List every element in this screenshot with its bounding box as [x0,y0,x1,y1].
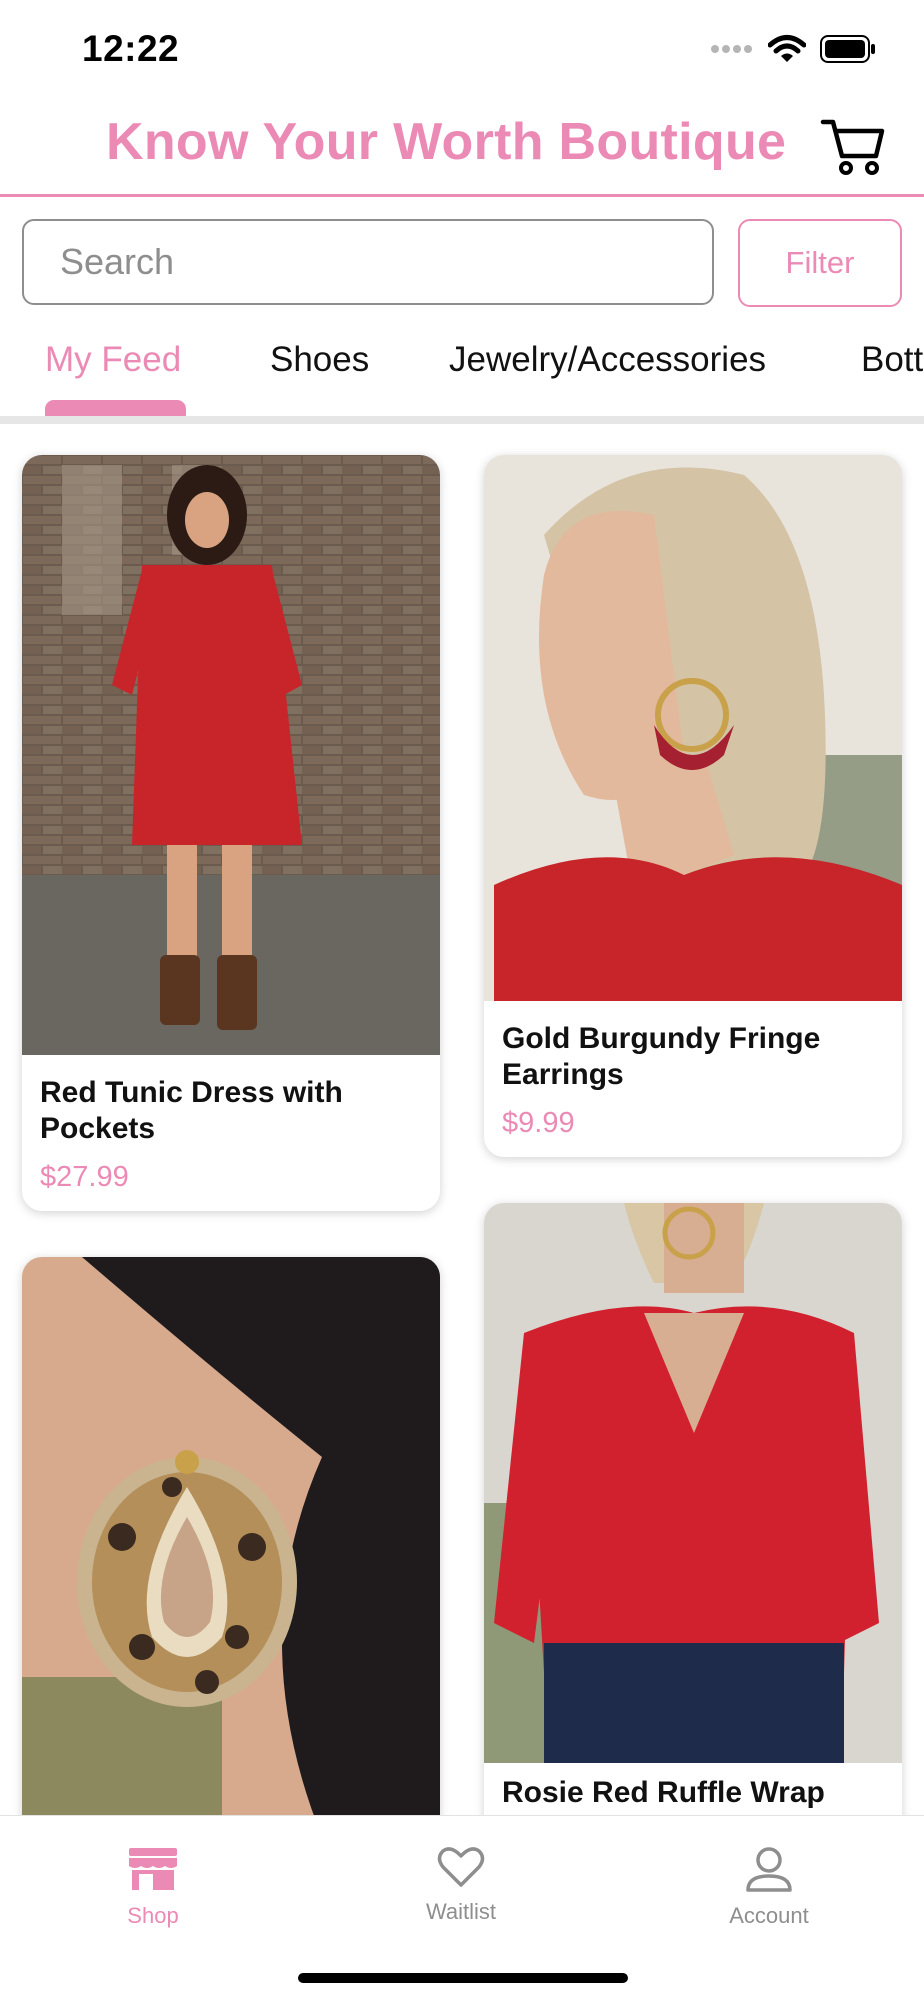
product-name: Rosie Red Ruffle Wrap [502,1776,825,1809]
tab-bottoms[interactable]: Bott [861,340,923,380]
product-card[interactable]: Rosie Red Ruffle Wrap [484,1203,902,1837]
product-card[interactable]: Gold Burgundy Fringe Earrings $9.99 [484,455,902,1157]
nav-waitlist-label: Waitlist [425,1899,497,1924]
wifi-icon [768,35,806,62]
nav-shop-label: Shop [127,1903,179,1928]
product-name: Red Tunic Dress with Pockets [40,1076,343,1145]
product-image[interactable] [484,1203,902,1763]
product-card[interactable]: Red Tunic Dress with Pockets $27.99 [22,455,440,1211]
product-name: Gold Burgundy Fringe Earrings [502,1022,821,1091]
search-input[interactable] [24,221,712,303]
person-icon [746,1847,792,1892]
search-field[interactable] [22,219,714,305]
shop-icon [129,1848,177,1890]
status-icons [710,34,876,64]
filter-button[interactable]: Filter [738,219,902,307]
cart-button[interactable] [820,116,886,176]
app-title: Know Your Worth Boutique [106,113,787,171]
product-card[interactable] [22,1257,440,1837]
active-tab-indicator [45,400,186,416]
product-image[interactable] [22,455,440,1055]
product-price: $9.99 [502,1107,575,1139]
nav-account-label: Account [729,1903,809,1928]
product-price: $27.99 [40,1161,129,1193]
tab-jewelry-accessories[interactable]: Jewelry/Accessories [449,340,766,380]
nav-account[interactable]: Account [689,1846,849,1929]
product-image[interactable] [22,1257,440,1837]
heart-icon [437,1847,485,1887]
product-image[interactable] [484,455,902,1001]
battery-icon [820,35,875,63]
status-bar: 12:22 [0,0,924,100]
nav-waitlist[interactable]: Waitlist [381,1846,541,1925]
home-indicator [298,1973,628,1983]
status-time: 12:22 [82,28,180,69]
signal-dots-icon [711,45,752,53]
category-tabs: My Feed Shoes Jewelry/Accessories Bott [0,330,924,424]
nav-shop[interactable]: Shop [73,1846,233,1929]
app-header: Know Your Worth Boutique [0,100,924,197]
tab-shoes[interactable]: Shoes [270,340,369,380]
tab-my-feed[interactable]: My Feed [45,340,181,380]
cart-icon [820,119,885,175]
